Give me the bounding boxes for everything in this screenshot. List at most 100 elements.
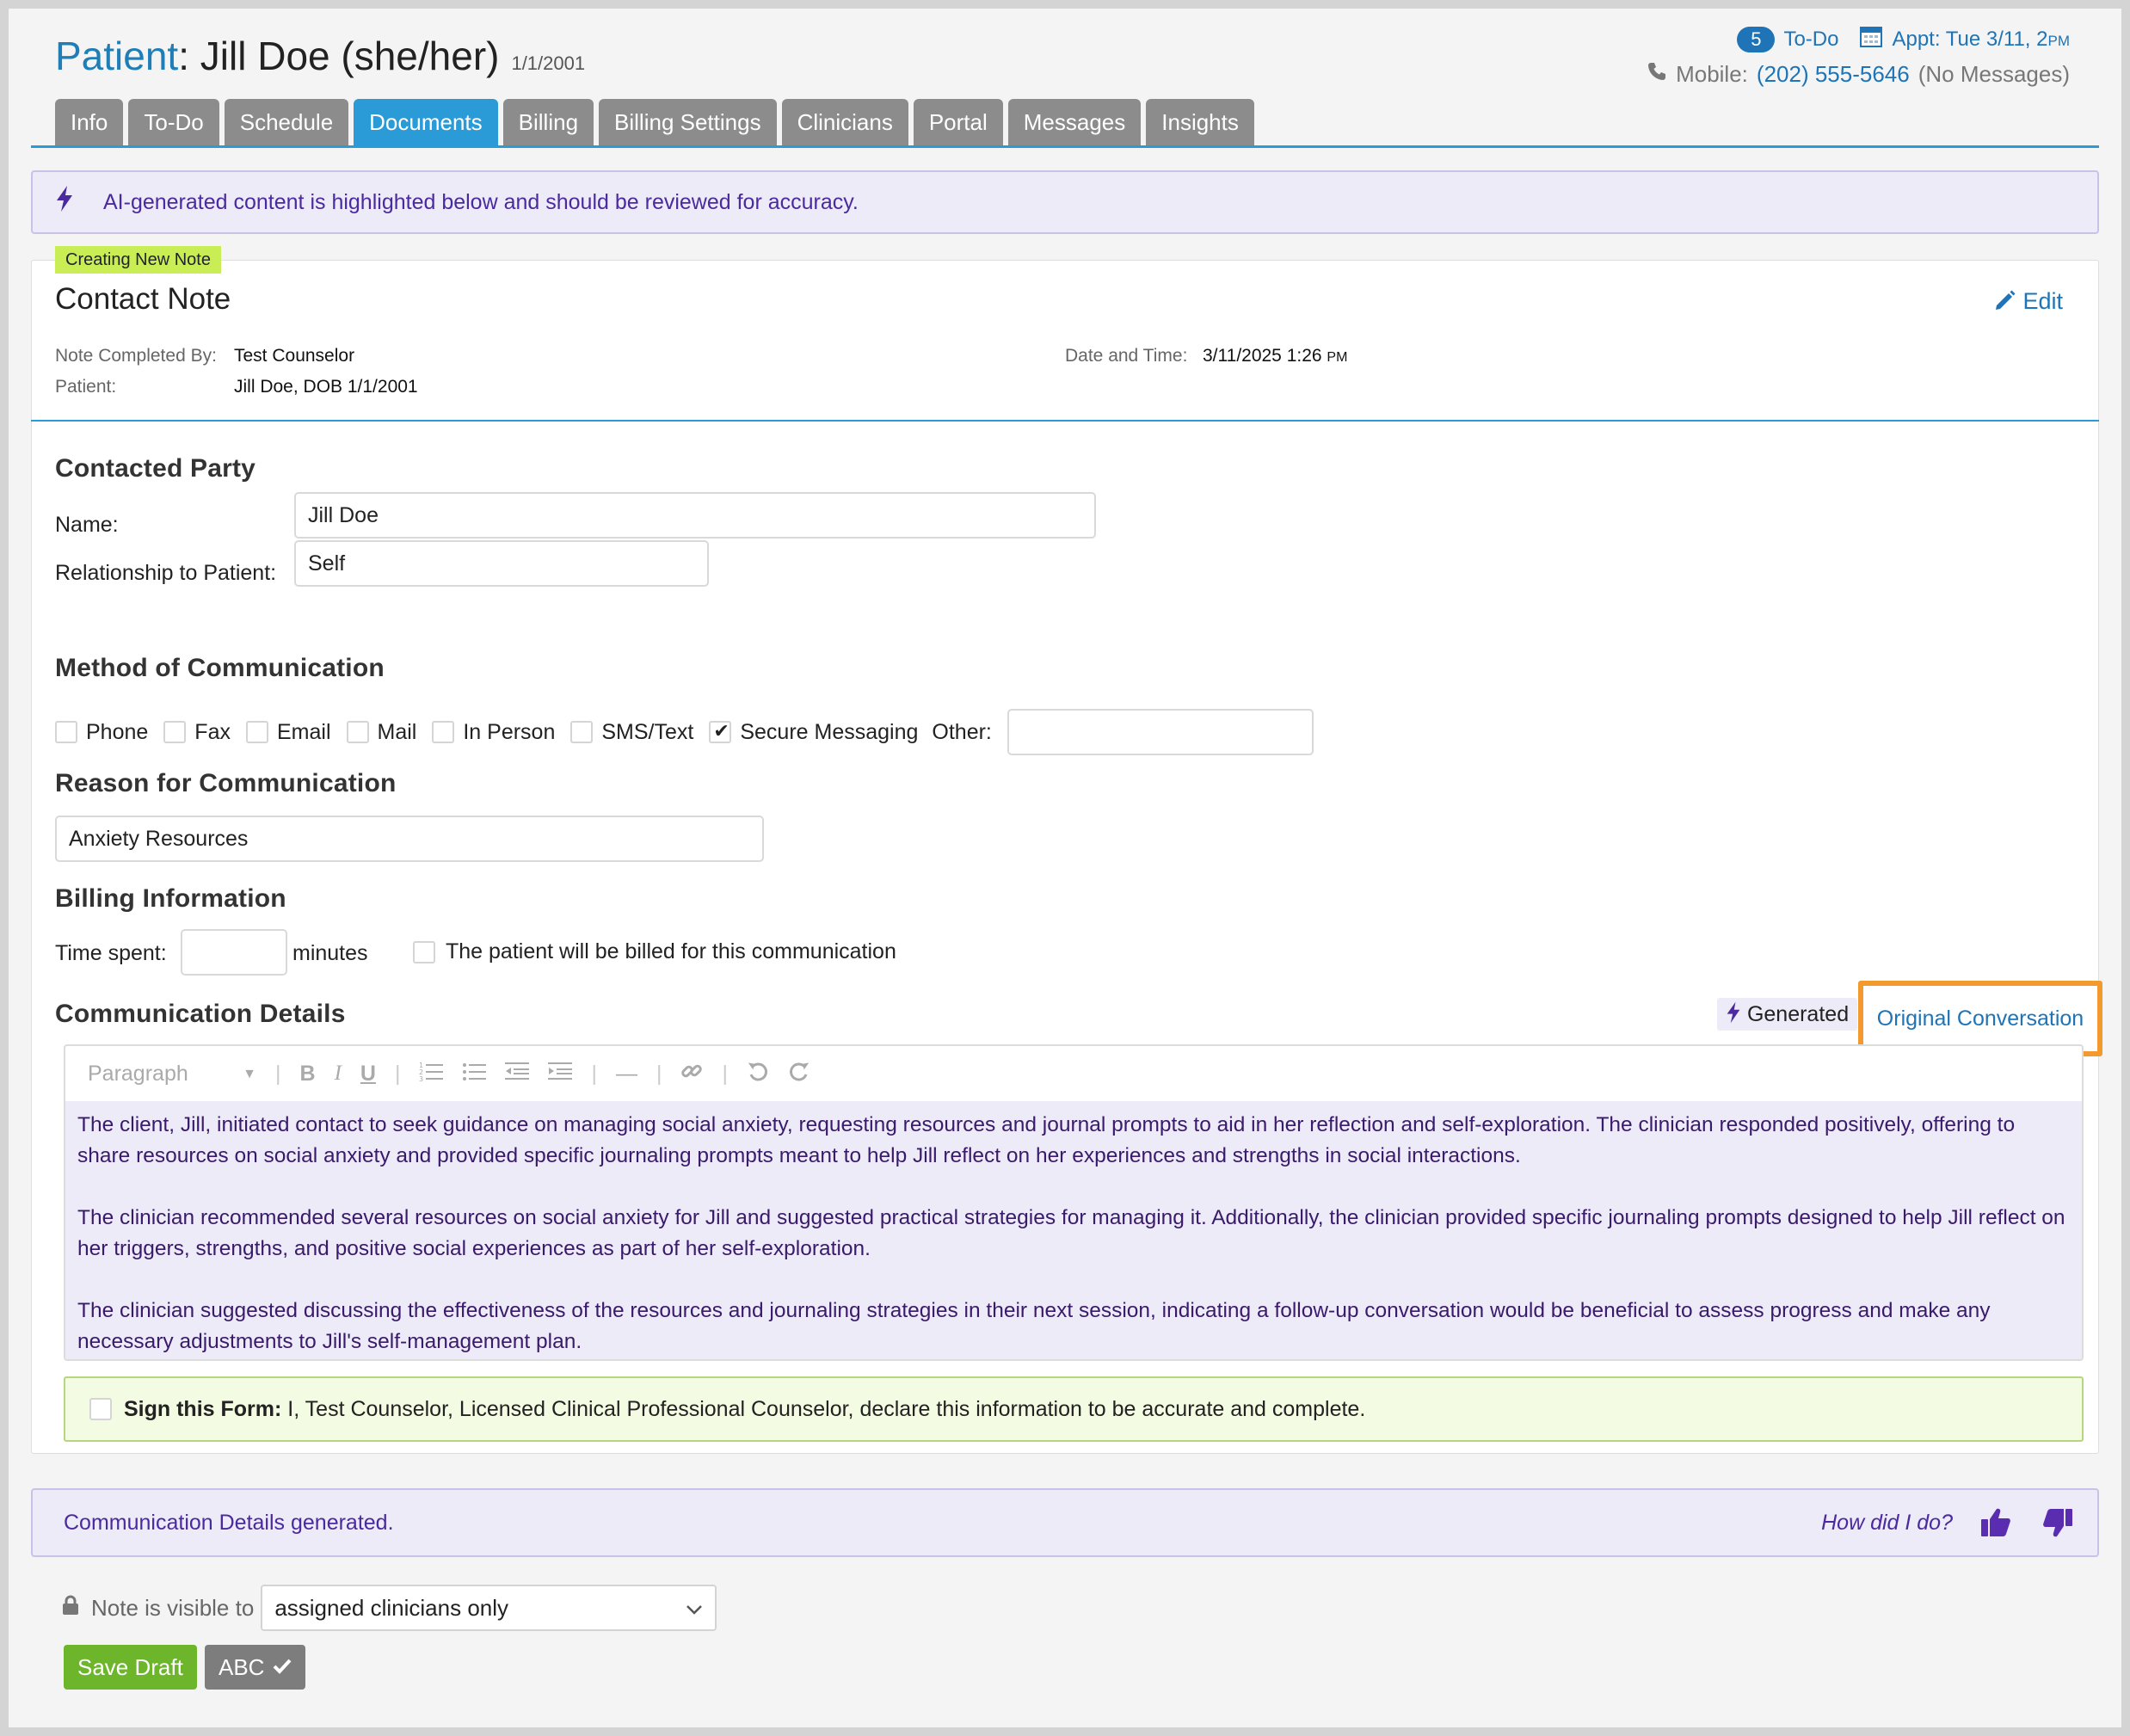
sign-form-box: Sign this Form: I, Test Counselor, Licen… [64,1376,2084,1442]
details-paragraph: The client, Jill, initiated contact to s… [77,1113,2016,1167]
relationship-label: Relationship to Patient: [55,561,277,585]
mobile-note: (No Messages) [1918,61,2070,87]
tab-info[interactable]: Info [55,99,124,145]
sign-form-label: Sign this Form: [124,1396,282,1421]
bold-icon[interactable]: B [300,1062,316,1087]
app-frame: Patient: Jill Doe (she/her) 1/1/2001 5 To… [9,9,2121,1727]
tab-documents[interactable]: Documents [354,99,498,145]
editor-content[interactable]: The client, Jill, initiated contact to s… [65,1101,2082,1359]
fax-checkbox[interactable] [163,721,187,743]
tab-bar: Info To-Do Schedule Documents Billing Bi… [55,99,1254,145]
bullet-list-icon[interactable] [462,1061,487,1087]
billing-heading: Billing Information [55,884,286,913]
redo-icon[interactable] [788,1060,810,1088]
sign-form-checkbox[interactable] [89,1398,112,1420]
phone-checkbox[interactable] [55,721,77,743]
header-info: 5 To-Do Appt: Tue 3/11, 2PM Mobile: (202… [1647,24,2070,88]
visibility-select[interactable]: assigned clinicians only [261,1585,717,1631]
rich-text-editor[interactable]: Paragraph ▼ | B I U | 123 | — | | The cl… [64,1044,2084,1361]
note-patient-label: Patient: [55,377,117,397]
todo-link[interactable]: To-Do [1783,28,1838,52]
note-title: Contact Note [55,282,231,316]
method-email-option[interactable]: Email [245,719,331,745]
creating-new-note-badge: Creating New Note [55,246,221,274]
ordered-list-icon[interactable]: 123 [419,1061,444,1087]
indent-icon[interactable] [548,1061,573,1087]
method-secure-messaging-option[interactable]: Secure Messaging [709,720,918,745]
billed-label: The patient will be billed for this comm… [446,939,896,963]
lightning-bolt-icon [1726,1001,1741,1026]
billed-checkbox[interactable] [413,940,435,963]
method-mail-option[interactable]: Mail [346,719,417,745]
link-icon[interactable] [680,1060,703,1088]
thumbs-up-icon[interactable] [1979,1505,2013,1540]
reason-input[interactable]: Anxiety Resources [55,816,764,862]
in-person-label: In Person [463,719,556,744]
paragraph-format-dropdown[interactable]: Paragraph ▼ [88,1062,256,1087]
relationship-input[interactable]: Self [294,540,709,587]
tab-billing[interactable]: Billing [502,99,594,145]
billed-option[interactable]: The patient will be billed for this comm… [413,939,896,964]
tab-billing-settings[interactable]: Billing Settings [599,99,777,145]
email-label: Email [276,719,331,744]
tab-to-do[interactable]: To-Do [128,99,219,145]
in-person-checkbox[interactable] [432,721,455,743]
contact-name-input[interactable]: Jill Doe [294,492,1096,539]
page-title: Patient: Jill Doe (she/her) 1/1/2001 [55,33,585,79]
outdent-icon[interactable] [505,1061,530,1087]
details-paragraph: The clinician suggested discussing the e… [77,1299,1991,1353]
italic-icon[interactable]: I [335,1062,342,1086]
tab-schedule[interactable]: Schedule [224,99,349,145]
completed-by-label: Note Completed By: [55,346,217,366]
mail-checkbox[interactable] [346,721,369,743]
tab-messages[interactable]: Messages [1007,99,1142,145]
ai-notice-banner: AI-generated content is highlighted belo… [31,170,2099,234]
undo-icon[interactable] [747,1060,769,1088]
sms-label: SMS/Text [601,719,694,744]
tab-clinicians[interactable]: Clinicians [781,99,908,145]
note-patient-value: Jill Doe, DOB 1/1/2001 [234,377,418,397]
todo-count-badge[interactable]: 5 [1737,26,1776,52]
spell-check-label: ABC [219,1653,265,1680]
sms-checkbox[interactable] [570,721,594,743]
patient-label: Patient [55,34,179,78]
visibility-row: Note is visible to assigned clinicians o… [62,1585,717,1631]
time-spent-input[interactable] [181,929,287,976]
ai-notice-text: AI-generated content is highlighted belo… [103,189,859,214]
phone-label: Phone [86,719,149,744]
method-heading: Method of Communication [55,654,385,682]
spell-check-button[interactable]: ABC [205,1645,306,1690]
mobile-number-link[interactable]: (202) 555-5646 [1757,61,1910,88]
horizontal-rule-icon[interactable]: — [616,1062,637,1087]
appointment-link[interactable]: Appt: Tue 3/11, 2PM [1892,28,2070,52]
name-label: Name: [55,513,119,537]
save-draft-button[interactable]: Save Draft [64,1645,197,1690]
toolbar-separator: | [591,1061,597,1086]
email-checkbox[interactable] [245,721,268,743]
feedback-question: How did I do? [1821,1511,1953,1535]
mail-label: Mail [377,719,417,744]
secure-messaging-label: Secure Messaging [740,719,919,744]
edit-button[interactable]: Edit [1994,288,2063,315]
editor-toolbar: Paragraph ▼ | B I U | 123 | — | | [65,1046,2082,1101]
appointment-suffix: PM [2047,32,2071,49]
other-method-input[interactable] [1007,709,1314,755]
generation-feedback-bar: Communication Details generated. How did… [31,1488,2099,1557]
patient-name: : Jill Doe (she/her) [178,34,500,78]
chevron-down-icon [686,1595,703,1622]
tab-insights[interactable]: Insights [1146,99,1254,145]
thumbs-down-icon[interactable] [2041,1505,2075,1540]
method-phone-option[interactable]: Phone [55,720,148,745]
date-time-label: Date and Time: [1065,346,1188,366]
appointment-text: Appt: Tue 3/11, 2 [1892,27,2048,51]
method-sms-option[interactable]: SMS/Text [570,720,693,745]
paragraph-format-label: Paragraph [88,1061,188,1086]
details-paragraph: The clinician recommended several resour… [77,1206,2065,1260]
underline-icon[interactable]: U [360,1062,376,1087]
tab-portal[interactable]: Portal [913,99,1003,145]
method-in-person-option[interactable]: In Person [432,720,555,745]
secure-messaging-checkbox[interactable] [709,720,732,743]
tab-underline [31,145,2099,148]
check-icon [273,1654,292,1681]
method-fax-option[interactable]: Fax [163,720,231,745]
